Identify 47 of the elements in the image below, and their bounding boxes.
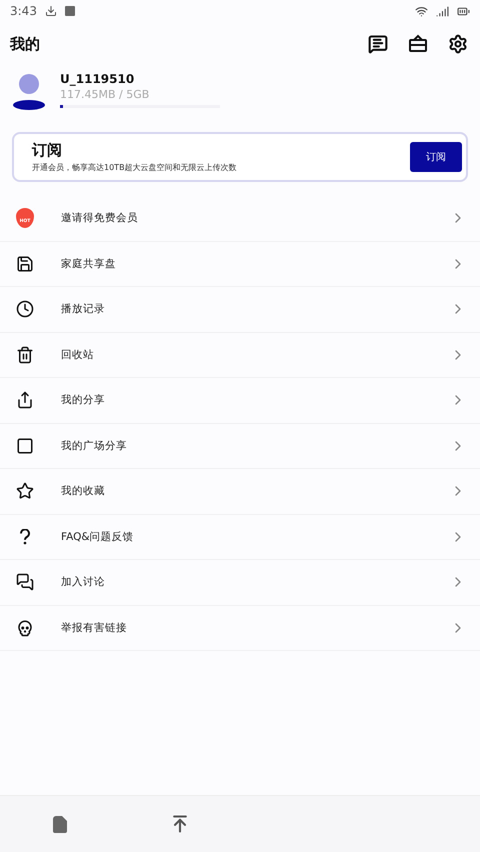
menu-label: 我的分享 bbox=[61, 393, 106, 408]
menu-label: FAQ&问题反馈 bbox=[61, 530, 135, 544]
menu-label: 家庭共享盘 bbox=[61, 256, 117, 271]
settings-icon[interactable] bbox=[448, 34, 468, 54]
menu-label: 邀请得免费会员 bbox=[61, 211, 139, 226]
skull-icon bbox=[16, 618, 34, 637]
menu-item[interactable]: 我的广场分享 bbox=[0, 424, 480, 469]
menu-item[interactable]: FAQ&问题反馈 bbox=[0, 514, 480, 560]
menu-item[interactable]: 回收站 bbox=[0, 332, 480, 378]
storage-usage: 117.45MB / 5GB bbox=[60, 88, 150, 101]
share-icon bbox=[16, 391, 34, 410]
signal-icon bbox=[436, 4, 449, 18]
nav-button[interactable] bbox=[53, 816, 67, 832]
status-time: 3:43 bbox=[10, 4, 37, 18]
chat-bubbles-icon bbox=[16, 573, 34, 592]
message-icon[interactable] bbox=[368, 34, 388, 54]
gift-box-icon[interactable] bbox=[408, 34, 428, 54]
menu-item[interactable]: 播放记录 bbox=[0, 287, 480, 332]
wifi-icon bbox=[415, 4, 428, 18]
menu-item[interactable]: 家庭共享盘 bbox=[0, 242, 480, 287]
menu-label: 我的广场分享 bbox=[61, 438, 128, 453]
download-icon bbox=[44, 5, 57, 17]
nav-button[interactable] bbox=[170, 814, 190, 834]
file-icon bbox=[53, 816, 67, 832]
trash-icon bbox=[16, 346, 34, 364]
square-icon bbox=[16, 436, 34, 455]
menu-label: 加入讨论 bbox=[61, 575, 106, 590]
menu-label: 回收站 bbox=[61, 348, 95, 362]
menu-item[interactable]: 我的收藏 bbox=[0, 469, 480, 514]
menu-label: 播放记录 bbox=[61, 302, 106, 316]
subscription-description: 开通会员，畅享高达10TB超大云盘空间和无限云上传次数 bbox=[32, 162, 238, 173]
clock-icon bbox=[16, 300, 34, 318]
page-title: 我的 bbox=[10, 34, 41, 54]
menu-item[interactable]: 我的分享 bbox=[0, 378, 480, 424]
subscribe-button[interactable]: 订阅 bbox=[410, 142, 462, 172]
subscription-title: 订阅 bbox=[32, 141, 63, 160]
menu-item[interactable]: 举报有害链接 bbox=[0, 606, 480, 651]
menu-item[interactable]: 加入讨论 bbox=[0, 560, 480, 606]
avatar bbox=[12, 74, 46, 110]
question-mark-icon bbox=[19, 528, 31, 545]
menu-label: 举报有害链接 bbox=[61, 620, 128, 635]
menu-label: 我的收藏 bbox=[61, 484, 106, 498]
battery-icon bbox=[457, 4, 470, 18]
notification-icon bbox=[64, 6, 75, 16]
star-icon bbox=[16, 482, 34, 500]
username: U_1119510 bbox=[60, 72, 136, 86]
upload-icon bbox=[170, 814, 190, 834]
